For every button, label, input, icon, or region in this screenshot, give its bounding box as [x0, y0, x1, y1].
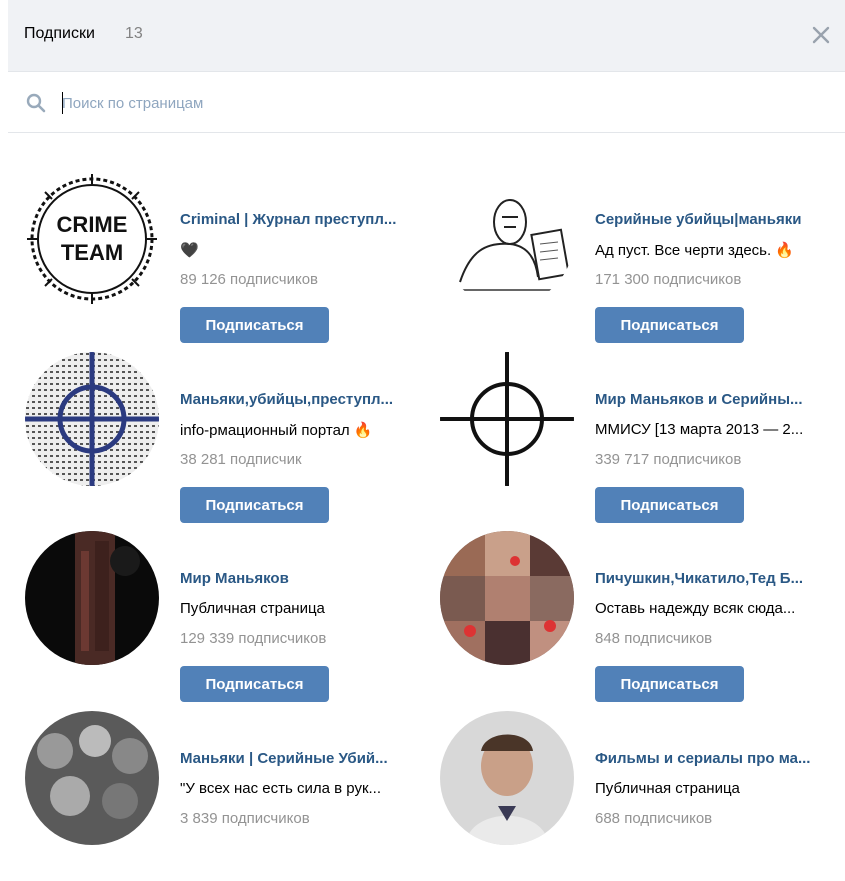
subscriber-count: 339 717 подписчиков: [595, 451, 742, 468]
community-status: Публичная страница: [180, 600, 325, 617]
search-bar: [8, 72, 845, 133]
subscriber-count: 3 839 подписчиков: [180, 810, 310, 827]
list-item: Мир Маньяков Публичная страница 129 339 …: [25, 531, 425, 702]
modal-title: Подписки: [24, 25, 95, 42]
text-caret: [62, 92, 63, 114]
search-input[interactable]: [62, 90, 762, 116]
community-name[interactable]: Мир Маньяков и Серийны...: [595, 391, 840, 408]
community-status: Публичная страница: [595, 780, 740, 797]
list-item: Серийные убийцы|маньяки Ад пуст. Все чер…: [440, 172, 840, 343]
community-name[interactable]: Фильмы и сериалы про ма...: [595, 750, 840, 767]
community-name[interactable]: Маньяки | Серийные Убий...: [180, 750, 425, 767]
search-icon: [26, 93, 46, 113]
subscribe-button[interactable]: Подписаться: [180, 487, 329, 523]
subscriber-count: 848 подписчиков: [595, 630, 713, 647]
avatar-text-crime: CRIME: [57, 212, 128, 237]
subscribe-button[interactable]: Подписаться: [180, 307, 329, 343]
avatar[interactable]: [25, 711, 159, 845]
community-name[interactable]: Пичушкин,Чикатило,Тед Б...: [595, 570, 840, 587]
subscribe-button[interactable]: Подписаться: [595, 666, 744, 702]
close-icon[interactable]: [809, 23, 833, 47]
community-status: ММИСУ [13 марта 2013 — 2...: [595, 421, 804, 438]
subscriber-count: 89 126 подписчиков: [180, 271, 319, 288]
list-item: CRIME TEAM Criminal | Журнал преступл...…: [25, 172, 425, 343]
community-status: Ад пуст. Все черти здесь. 🔥: [595, 242, 794, 259]
subscriptions-count: 13: [125, 25, 143, 42]
modal-header: Подписки 13: [8, 0, 845, 72]
avatar[interactable]: [25, 352, 159, 486]
list-item: Маньяки,убийцы,преступл... info-рмационн…: [25, 352, 425, 523]
avatar[interactable]: [25, 531, 159, 665]
list-item: Фильмы и сериалы про ма... Публичная стр…: [440, 711, 840, 881]
subscriber-count: 688 подписчиков: [595, 810, 713, 827]
community-name[interactable]: Маньяки,убийцы,преступл...: [180, 391, 425, 408]
subscriber-count: 171 300 подписчиков: [595, 271, 742, 288]
avatar[interactable]: [440, 531, 574, 665]
avatar[interactable]: [440, 352, 574, 486]
community-status: Оставь надежду всяк сюда...: [595, 600, 796, 617]
subscribe-button[interactable]: Подписаться: [595, 487, 744, 523]
subscriber-count: 129 339 подписчиков: [180, 630, 327, 647]
avatar[interactable]: CRIME TEAM: [25, 172, 159, 306]
community-name[interactable]: Мир Маньяков: [180, 570, 425, 587]
list-item: Пичушкин,Чикатило,Тед Б... Оставь надежд…: [440, 531, 840, 702]
subscribe-button[interactable]: Подписаться: [595, 307, 744, 343]
community-status: 🖤: [180, 242, 199, 259]
avatar-text-team: TEAM: [61, 240, 123, 265]
avatar[interactable]: [440, 172, 574, 306]
list-item: Мир Маньяков и Серийны... ММИСУ [13 март…: [440, 352, 840, 523]
community-name[interactable]: Criminal | Журнал преступл...: [180, 211, 425, 228]
subscriber-count: 38 281 подписчик: [180, 451, 302, 468]
subscribe-button[interactable]: Подписаться: [180, 666, 329, 702]
avatar[interactable]: [440, 711, 574, 845]
community-status: info-рмационный портал 🔥: [180, 422, 373, 439]
community-status: "У всех нас есть сила в рук...: [180, 780, 382, 797]
list-item: Маньяки | Серийные Убий... "У всех нас е…: [25, 711, 425, 881]
community-name[interactable]: Серийные убийцы|маньяки: [595, 211, 840, 228]
